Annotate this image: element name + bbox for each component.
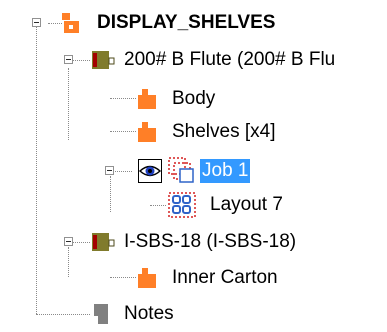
tree-item-body[interactable]: Body	[134, 84, 387, 114]
tree-item-board-grade[interactable]: I-SBS-18 (I-SBS-18)	[88, 227, 387, 257]
tree-item-label: Shelves [x4]	[172, 121, 276, 142]
tree-connector	[150, 205, 166, 206]
part-icon	[136, 120, 158, 150]
notes-icon	[90, 302, 110, 332]
tree-connector	[110, 98, 136, 99]
tree-connector	[36, 23, 37, 314]
tree-item-label: Inner Carton	[172, 267, 278, 288]
part-icon	[136, 266, 158, 296]
tree-connector	[110, 277, 136, 278]
tree-item-label: Body	[172, 88, 216, 109]
tree-item-label: I-SBS-18 (I-SBS-18)	[124, 231, 297, 252]
tree-item-board-grade[interactable]: 200# B Flute (200# B Flu	[88, 45, 387, 75]
tree-item-inner-carton[interactable]: Inner Carton	[134, 263, 387, 293]
assembly-icon	[60, 12, 82, 40]
layout-icon	[168, 192, 196, 224]
board-grade-icon	[91, 231, 115, 259]
tree-item-label: Notes	[124, 303, 174, 324]
tree-connector	[36, 314, 90, 315]
tree-connector	[110, 131, 136, 132]
tree-item-notes[interactable]: Notes	[88, 299, 387, 329]
tree-item-shelves[interactable]: Shelves [x4]	[134, 117, 387, 147]
tree-item-layout-7[interactable]: Layout 7	[166, 190, 387, 220]
tree-item-label: Layout 7	[210, 194, 283, 215]
tree-item-job-1[interactable]: Job 1	[136, 156, 387, 186]
part-icon	[136, 87, 158, 117]
collapse-toggle[interactable]	[64, 55, 73, 64]
tree-item-label: Job 1	[200, 159, 251, 183]
collapse-toggle[interactable]	[64, 237, 73, 246]
tree-connector	[110, 176, 111, 212]
visibility-eye-icon[interactable]	[138, 159, 162, 189]
collapse-toggle[interactable]	[32, 18, 41, 27]
tree-item-label: 200# B Flute (200# B Flu	[124, 49, 336, 70]
tree-connector	[68, 247, 69, 277]
tree-view: DISPLAY_SHELVES 200# B Flute (200# B Flu…	[0, 0, 387, 331]
job-icon	[168, 157, 198, 191]
tree-connector	[68, 68, 69, 140]
tree-item-label: DISPLAY_SHELVES	[97, 12, 276, 33]
board-grade-icon	[91, 49, 115, 77]
collapse-toggle[interactable]	[105, 166, 114, 175]
tree-item-display-shelves[interactable]: DISPLAY_SHELVES	[56, 8, 387, 38]
